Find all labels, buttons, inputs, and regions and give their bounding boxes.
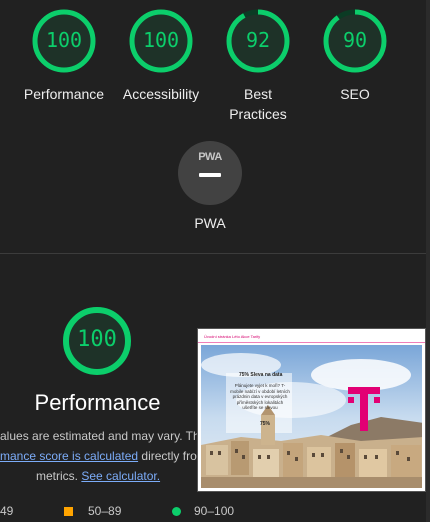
- legend-average-range: 50–89: [88, 504, 122, 518]
- performance-description-line2: mance score is calculated directly from: [0, 446, 207, 466]
- screenshot-nav: Úvodní stránka Léto Akce Tarify: [204, 334, 261, 339]
- gauge-accessibility[interactable]: 100: [129, 9, 193, 73]
- legend-fail-range: 49: [0, 504, 14, 518]
- screenshot-nav-underline: [198, 342, 425, 343]
- gauge-label-best-practices: Best Practices: [208, 84, 308, 124]
- screenshot-percent: 75%: [260, 421, 271, 427]
- gauge-seo[interactable]: 90: [323, 9, 387, 73]
- pwa-logo-icon: PWA: [198, 151, 222, 163]
- gauge-label-performance: Performance: [23, 86, 105, 102]
- gauge-label-accessibility: Accessibility: [122, 86, 200, 102]
- performance-description-line3: metrics. See calculator.: [36, 466, 160, 486]
- performance-title: Performance: [34, 390, 161, 415]
- gauge-score: 100: [142, 28, 180, 52]
- gauge-score: 100: [45, 28, 83, 52]
- final-screenshot[interactable]: Úvodní stránka Léto Akce Tarify 75% Slev…: [197, 328, 426, 492]
- gauge-score: 90: [342, 28, 368, 52]
- hero-scene: [201, 345, 422, 488]
- performance-score: 100: [77, 327, 117, 352]
- section-divider: [0, 253, 426, 254]
- gauge-score: 92: [245, 28, 271, 52]
- pwa-label: PWA: [194, 215, 226, 231]
- see-calculator-link[interactable]: See calculator.: [81, 469, 160, 483]
- scrollbar[interactable]: [426, 0, 430, 522]
- description-text: metrics.: [36, 469, 82, 483]
- legend-average-square-icon: [64, 507, 73, 516]
- gauge-label-seo: SEO: [340, 86, 370, 102]
- screenshot-hero-image: 75% Sleva na data Plánujete vyjet k moři…: [201, 345, 422, 488]
- screenshot-body-text: Plánujete vyjet k moři? T-mobile nabízí …: [230, 383, 290, 411]
- pwa-status-dash: [199, 173, 221, 177]
- legend-pass-circle-icon: [172, 507, 181, 516]
- gauge-best-practices[interactable]: 92: [226, 9, 290, 73]
- performance-description-line1: alues are estimated and may vary. The: [0, 429, 207, 443]
- score-calculated-link[interactable]: mance score is calculated: [0, 449, 138, 463]
- gauge-performance[interactable]: 100: [32, 9, 96, 73]
- gauge-label-line2: Practices: [229, 106, 287, 122]
- legend-pass-range: 90–100: [194, 504, 235, 518]
- performance-gauge-large: 100: [62, 306, 132, 376]
- gauge-label-line1: Best: [243, 86, 272, 102]
- pwa-badge[interactable]: PWA: [178, 141, 242, 205]
- screenshot-headline: 75% Sleva na data: [239, 372, 283, 378]
